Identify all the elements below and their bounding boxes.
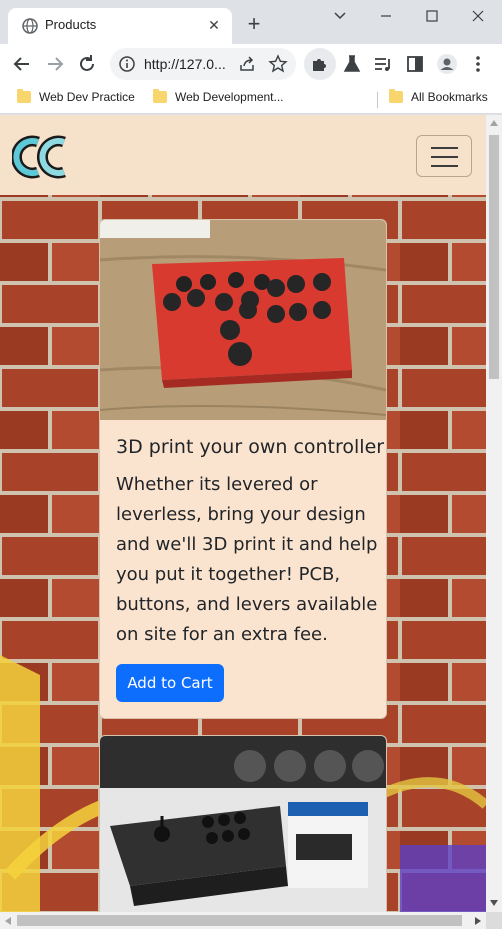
product-image-arcade-stick	[100, 736, 386, 912]
bookmark-label: Web Dev Practice	[39, 90, 135, 104]
forward-arrow-icon[interactable]	[41, 50, 69, 78]
site-info-icon[interactable]	[118, 55, 136, 73]
scroll-left-arrow-icon[interactable]	[4, 916, 12, 926]
close-window-icon[interactable]	[458, 4, 498, 28]
minimize-icon[interactable]	[366, 4, 406, 28]
navbar-toggle-button[interactable]	[416, 135, 472, 177]
flask-icon[interactable]	[340, 52, 364, 76]
profile-avatar-icon[interactable]	[435, 52, 459, 76]
globe-icon	[22, 18, 38, 34]
scroll-down-arrow-icon[interactable]	[489, 899, 499, 907]
bookmarks-divider	[377, 92, 378, 108]
bookmark-label: Web Development...	[175, 90, 284, 104]
bookmark-web-development[interactable]: Web Development...	[153, 89, 284, 108]
folder-icon	[153, 89, 167, 103]
more-menu-icon[interactable]	[466, 52, 490, 76]
product-card: 3D print your own controller Whether its…	[99, 219, 387, 719]
hamburger-line	[431, 156, 458, 158]
scroll-right-arrow-icon[interactable]	[474, 916, 482, 926]
vertical-scroll-thumb[interactable]	[489, 135, 499, 379]
cc-logo[interactable]	[12, 132, 70, 180]
bookmark-star-icon[interactable]	[268, 54, 288, 74]
bookmarks-bar: Web Dev Practice Web Development... All …	[0, 84, 502, 114]
back-arrow-icon[interactable]	[8, 50, 36, 78]
url-text[interactable]: http://127.0...	[144, 56, 226, 72]
share-icon[interactable]	[237, 54, 257, 74]
folder-icon	[389, 89, 403, 103]
maximize-icon[interactable]	[412, 4, 452, 28]
folder-icon	[17, 89, 31, 103]
browser-toolbar: http://127.0...	[0, 44, 502, 84]
tab-search-chevron-icon[interactable]	[320, 4, 360, 28]
scroll-up-arrow-icon[interactable]	[489, 119, 499, 127]
browser-tab[interactable]: Products ✕	[8, 8, 232, 44]
extensions-puzzle-icon[interactable]	[308, 52, 332, 76]
close-tab-icon[interactable]: ✕	[204, 16, 224, 36]
site-navbar	[0, 115, 486, 195]
product-image-controller	[100, 220, 386, 420]
bookmark-web-dev-practice[interactable]: Web Dev Practice	[17, 89, 135, 108]
address-bar[interactable]: http://127.0...	[110, 48, 296, 80]
reload-icon[interactable]	[73, 50, 101, 78]
product-card	[99, 735, 387, 912]
page-viewport: 3D print your own controller Whether its…	[0, 115, 486, 912]
add-to-cart-button[interactable]: Add to Cart	[116, 664, 224, 702]
new-tab-button[interactable]: +	[241, 12, 267, 38]
media-queue-icon[interactable]	[371, 52, 395, 76]
side-panel-icon[interactable]	[403, 52, 427, 76]
hamburger-line	[431, 165, 458, 167]
product-title: 3D print your own controller	[116, 436, 385, 458]
vertical-scrollbar[interactable]	[486, 115, 502, 912]
horizontal-scrollbar[interactable]	[0, 912, 486, 929]
scrollbar-corner	[486, 912, 502, 929]
horizontal-scroll-thumb[interactable]	[17, 915, 462, 926]
product-description: Whether its levered or leverless, bring …	[116, 474, 378, 645]
bookmark-label: All Bookmarks	[411, 90, 488, 104]
browser-tab-bar: Products ✕ +	[0, 0, 502, 44]
tab-title: Products	[45, 17, 97, 32]
hamburger-line	[431, 147, 458, 149]
bookmark-all-bookmarks[interactable]: All Bookmarks	[389, 89, 488, 108]
